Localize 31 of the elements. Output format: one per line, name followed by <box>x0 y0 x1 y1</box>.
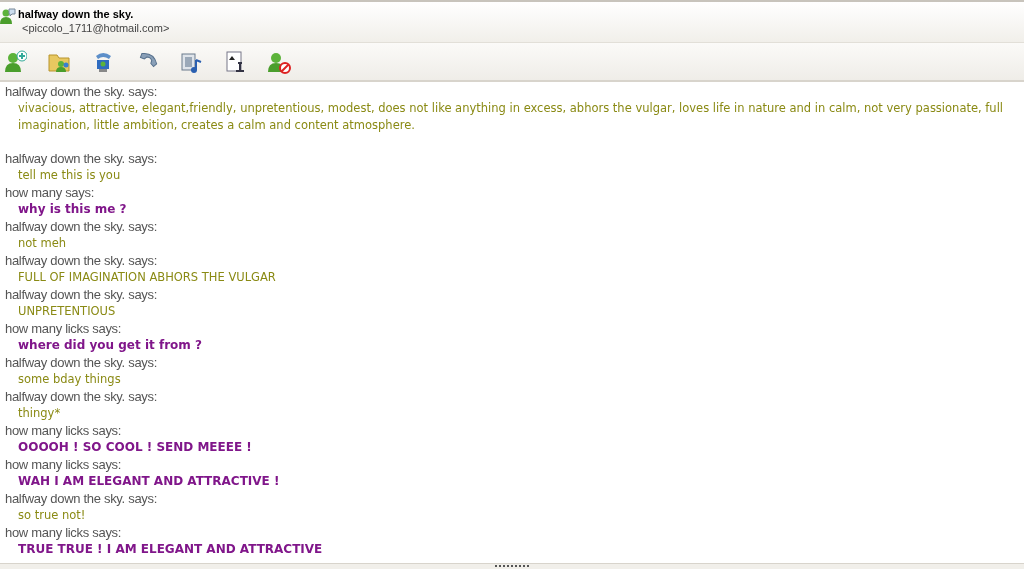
message-text: FULL OF IMAGINATION ABHORS THE VULGAR <box>17 269 277 286</box>
message-text: thingy* <box>17 405 62 422</box>
contact-email: <piccolo_1711@hotmail.com> <box>22 21 170 35</box>
message-text: TRUE TRUE ! I AM ELEGANT AND ATTRACTIVE <box>17 541 324 558</box>
add-contact-icon <box>3 49 27 74</box>
message-text: OOOOH ! SO COOL ! SEND MEEEE ! <box>17 439 253 456</box>
sender-line: halfway down the sky. says: <box>5 83 159 100</box>
sender-line: halfway down the sky. says: <box>5 354 159 371</box>
message-text: vivacious, attractive, elegant,friendly, unpretentious, modest, does not like anything in excess, abhors the vulgar, loves life in nature and in calm, not very passionate, full imagination, little ambition, creates a calm and content atmosphere. <box>17 100 1005 134</box>
message-text: some bday things <box>17 371 122 388</box>
sender-line: halfway down the sky. says: <box>5 252 159 269</box>
sender-line: how many licks says: <box>5 524 123 541</box>
sender-line: how many says: <box>5 184 95 201</box>
message-text: not meh <box>17 235 68 252</box>
message-text: where did you get it from ? <box>17 337 203 354</box>
message-text: tell me this is you <box>17 167 122 184</box>
sender-line: halfway down the sky. says: <box>5 218 159 235</box>
message-text: UNPRETENTIOUS <box>17 303 117 320</box>
message-text: so true not! <box>17 507 87 524</box>
add-contact-button[interactable] <box>3 49 27 74</box>
sender-line: halfway down the sky. says: <box>5 490 159 507</box>
sender-line: how many licks says: <box>5 422 123 439</box>
sender-line: how many licks says: <box>5 456 123 473</box>
sender-line: halfway down the sky. says: <box>5 388 159 405</box>
contact-name: halfway down the sky. <box>18 8 135 21</box>
sender-line: halfway down the sky. says: <box>5 286 159 303</box>
message-text: WAH I AM ELEGANT AND ATTRACTIVE ! <box>17 473 281 490</box>
sender-line: halfway down the sky. says: <box>5 150 159 167</box>
sender-line: how many licks says: <box>5 320 123 337</box>
contact-icon <box>0 8 16 24</box>
message-text: why is this me ? <box>17 201 128 218</box>
